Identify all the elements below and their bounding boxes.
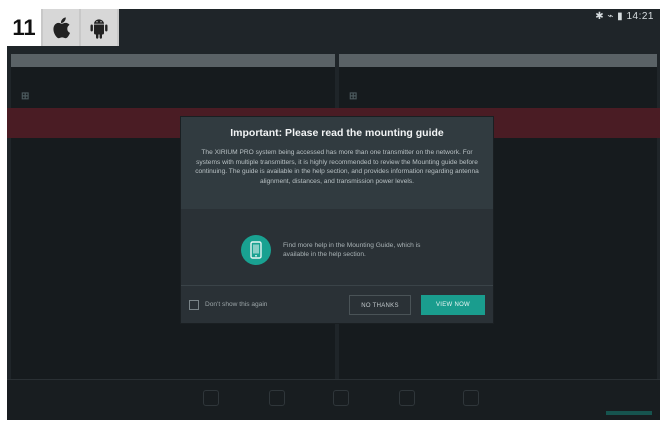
signal-icons: ✱ ⌁ ▮ (595, 11, 627, 22)
dont-show-label[interactable]: Don't show this again (205, 301, 267, 308)
nav-icon[interactable] (269, 390, 285, 406)
help-hint: Find more help in the Mounting Guide, wh… (181, 223, 493, 277)
nav-icon[interactable] (463, 390, 479, 406)
nav-accent-bar (606, 411, 652, 415)
dialog-header: Important: Please read the mounting guid… (181, 117, 493, 209)
step-badge: 11 (7, 9, 119, 46)
nav-icon[interactable] (399, 390, 415, 406)
status-bar: ✱ ⌁ ▮ 14:21 (595, 9, 654, 25)
android-icon (81, 9, 119, 46)
left-device-row: ⊞ (11, 81, 335, 111)
device-icon: ⊞ (21, 90, 30, 102)
right-device-row: ⊞ (339, 81, 657, 111)
dialog-title: Important: Please read the mounting guid… (230, 127, 444, 139)
mounting-guide-dialog: Important: Please read the mounting guid… (181, 117, 493, 323)
nav-icon[interactable] (333, 390, 349, 406)
nav-icon[interactable] (203, 390, 219, 406)
dialog-body-text: The XIRIUM PRO system being accessed has… (195, 149, 479, 185)
step-number: 11 (7, 9, 43, 46)
no-thanks-button[interactable]: NO THANKS (349, 294, 411, 315)
bottom-navigation (7, 379, 660, 420)
help-hint-text: Find more help in the Mounting Guide, wh… (283, 241, 421, 259)
right-panel-header (339, 54, 657, 67)
device-icon: ⊞ (349, 90, 358, 102)
view-now-button[interactable]: VIEW NOW (421, 294, 485, 315)
dialog-footer: Don't show this again NO THANKS VIEW NOW (181, 285, 493, 323)
tablet-screen: ✱ ⌁ ▮ 14:21 11 ⊞ ⊞ Important: Please rea… (7, 9, 660, 420)
apple-icon (43, 9, 81, 46)
phone-help-icon (241, 235, 271, 265)
status-time: 14:21 (626, 11, 654, 22)
left-panel-header (11, 54, 335, 67)
dont-show-checkbox[interactable] (189, 299, 199, 310)
